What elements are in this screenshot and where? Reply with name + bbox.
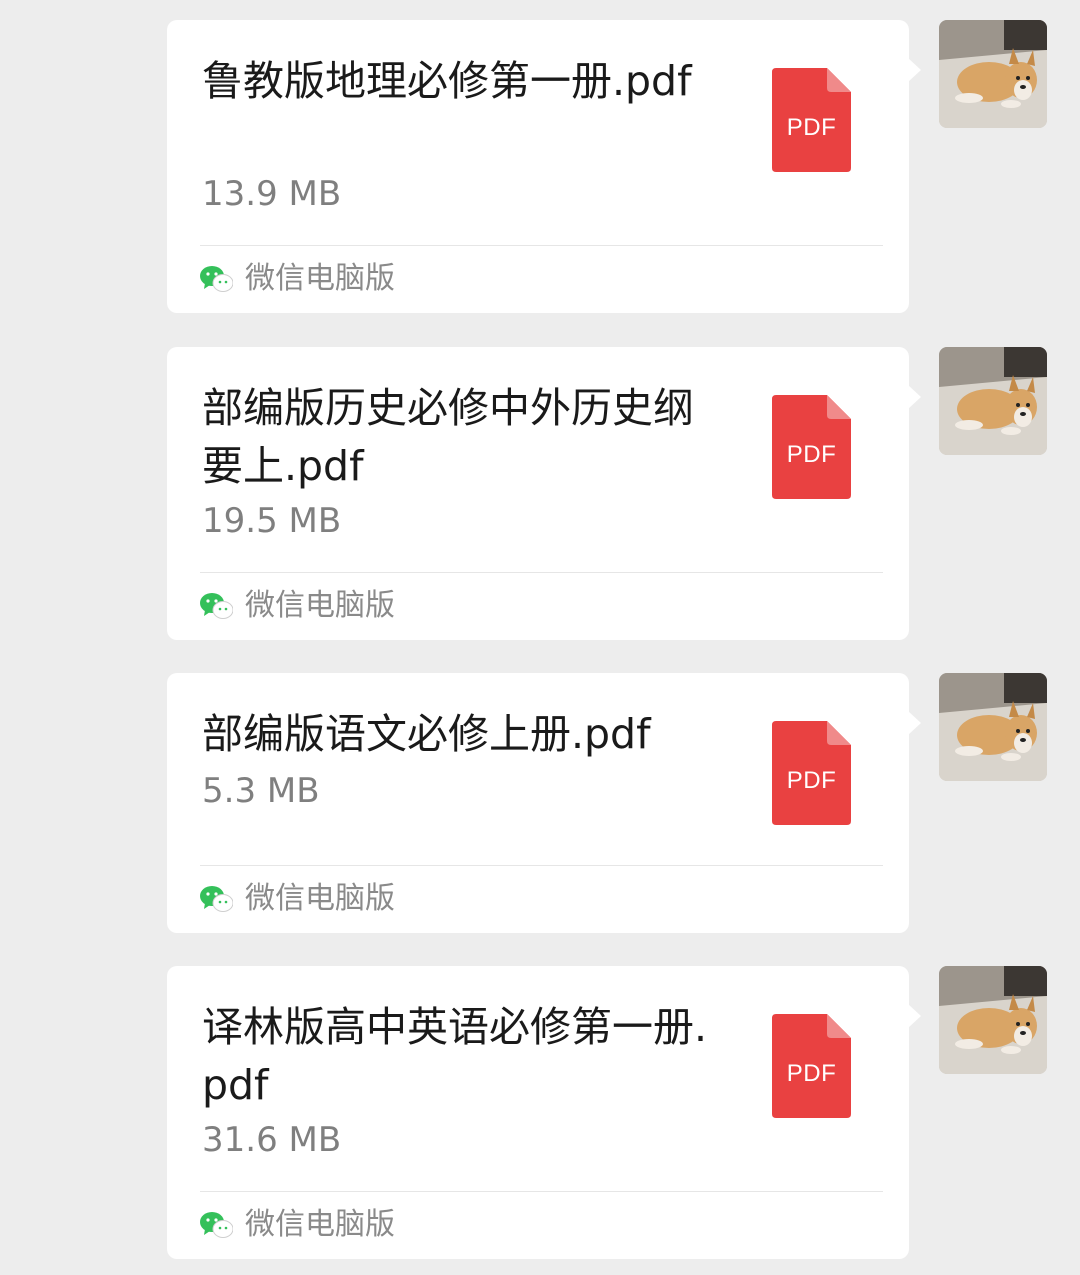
avatar[interactable] [939, 347, 1047, 455]
source-app: 微信电脑版 [200, 262, 395, 296]
pdf-file-icon: PDF [772, 395, 851, 499]
pdf-icon-label: PDF [786, 114, 837, 141]
file-name: 译林版高中英语必修第一册.pdf [202, 1003, 708, 1109]
bubble-tail [908, 1004, 921, 1028]
divider [200, 572, 883, 573]
wechat-icon [200, 266, 233, 292]
bubble-tail [908, 58, 921, 82]
avatar[interactable] [939, 966, 1047, 1074]
file-bubble[interactable]: 鲁教版地理必修第一册.pdf 13.9 MB PDF 微信电脑版 [167, 20, 921, 313]
divider [200, 1191, 883, 1192]
file-size: 19.5 MB [202, 501, 342, 541]
avatar[interactable] [939, 20, 1047, 128]
file-size: 13.9 MB [202, 174, 342, 214]
file-bubble[interactable]: 部编版历史必修中外历史纲要上.pdf 19.5 MB PDF 微信电脑版 [167, 347, 921, 640]
source-app: 微信电脑版 [200, 1208, 395, 1242]
bubble-tail [908, 711, 921, 735]
pdf-file-icon: PDF [772, 721, 851, 825]
file-name: 鲁教版地理必修第一册.pdf [202, 57, 692, 105]
source-app: 微信电脑版 [200, 589, 395, 623]
file-bubble[interactable]: 译林版高中英语必修第一册.pdf 31.6 MB PDF 微信电脑版 [167, 966, 921, 1259]
pdf-icon-label: PDF [786, 767, 837, 794]
divider [200, 245, 883, 246]
source-label: 微信电脑版 [245, 261, 395, 296]
bubble-tail [908, 385, 921, 409]
wechat-icon [200, 886, 233, 912]
pdf-icon-label: PDF [786, 441, 837, 468]
divider [200, 865, 883, 866]
source-label: 微信电脑版 [245, 1207, 395, 1242]
file-name: 部编版语文必修上册.pdf [202, 710, 651, 758]
file-size: 5.3 MB [202, 771, 320, 811]
pdf-file-icon: PDF [772, 1014, 851, 1118]
wechat-icon [200, 593, 233, 619]
file-bubble[interactable]: 部编版语文必修上册.pdf 5.3 MB PDF 微信电脑版 [167, 673, 921, 933]
file-name: 部编版历史必修中外历史纲要上.pdf [202, 384, 694, 490]
pdf-icon-label: PDF [786, 1060, 837, 1087]
wechat-icon [200, 1212, 233, 1238]
source-label: 微信电脑版 [245, 588, 395, 623]
source-label: 微信电脑版 [245, 881, 395, 916]
pdf-file-icon: PDF [772, 68, 851, 172]
source-app: 微信电脑版 [200, 882, 395, 916]
avatar[interactable] [939, 673, 1047, 781]
file-size: 31.6 MB [202, 1120, 342, 1160]
